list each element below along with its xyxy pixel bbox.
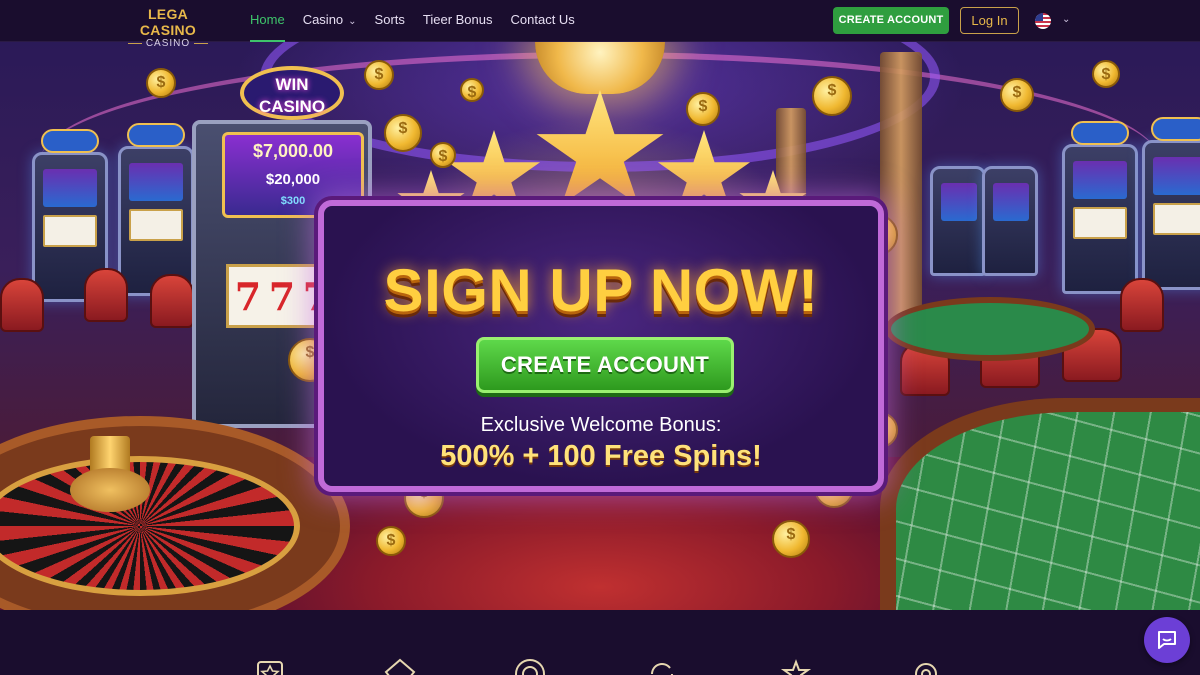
pillar (880, 52, 922, 322)
slot-reels (1153, 203, 1200, 235)
chevron-down-icon: ⌄ (1062, 14, 1071, 25)
nav-home-label: Home (250, 12, 285, 27)
roulette-center (70, 468, 150, 512)
chevron-down-icon: ⌄ (348, 16, 357, 27)
gold-coin-icon (460, 78, 484, 102)
slot-screen (941, 183, 977, 221)
logo-main-text: LEGA CASINO (139, 6, 197, 38)
slot-machine (1142, 117, 1200, 290)
slot-topper (1151, 117, 1200, 141)
slot-machine (1062, 121, 1138, 294)
slot-topper (41, 129, 99, 153)
gold-coin-icon (376, 526, 406, 556)
chat-icon (1158, 631, 1176, 649)
gold-coin-icon (1092, 60, 1120, 88)
slot-machine (982, 166, 1038, 276)
casino-chair (84, 268, 128, 322)
slot-machine (118, 123, 194, 296)
slot-reels (1073, 207, 1127, 239)
slot-topper (127, 123, 185, 147)
nav-casino[interactable]: Casino ⌄ (303, 0, 357, 42)
jackpot-amount-2: $20,000 (265, 171, 321, 188)
nav-contact-us-label: Contact Us (510, 12, 575, 27)
jackpot-amount-1: $7,000.00 (252, 141, 334, 161)
hero-create-account-button[interactable]: CREATE ACCOUNT (476, 337, 734, 393)
slot-reels (43, 215, 97, 247)
top-header: LEGA CASINO CASINO Home Casino ⌄ Sorts Ti… (0, 0, 1200, 49)
logo-sub-text: CASINO (120, 38, 216, 50)
login-button[interactable]: Log In (960, 7, 1019, 34)
nav-home[interactable]: Home (250, 0, 285, 42)
slot-reels (129, 209, 183, 241)
nav-casino-label: Casino (302, 12, 344, 27)
refresh-icon (644, 656, 680, 675)
nav-sorts[interactable]: Sorts (375, 0, 405, 42)
gold-coin-icon (364, 60, 394, 90)
roulette-pockets (0, 456, 300, 596)
casino-chair (1120, 278, 1164, 332)
hero-banner: $7,000.00 $20,000 $300 7 7 7 WIN CASINO (0, 42, 1200, 610)
us-flag-icon (1035, 13, 1051, 29)
slot-machine (930, 166, 986, 276)
poker-table (885, 297, 1095, 361)
casino-chair (150, 274, 194, 328)
signup-title: SIGN UP NOW! (383, 257, 819, 324)
nav-contact-us[interactable]: Contact Us (511, 0, 575, 42)
gold-coin-icon (146, 68, 176, 98)
signup-panel: SIGN UP NOW! CREATE ACCOUNT Exclusive We… (318, 200, 884, 492)
features-strip (0, 610, 1200, 675)
nav-tier-bonus[interactable]: Tieer Bonus (423, 0, 493, 42)
slot-screen (129, 163, 183, 201)
page: LEGA CASINO CASINO Home Casino ⌄ Sorts Ti… (0, 0, 1200, 675)
bonus-offer: 500% + 100 Free Spins! (440, 440, 762, 472)
diamond-icon (382, 656, 418, 675)
slot-screen (1153, 157, 1200, 195)
language-selector[interactable]: ⌄ (1035, 12, 1075, 30)
roulette-betting-table (880, 398, 1200, 610)
seven-symbol-icon: 7 (234, 274, 262, 319)
trophy-icon (778, 656, 814, 675)
gold-coin-icon (430, 142, 456, 168)
live-chat-button[interactable] (1144, 617, 1190, 663)
nav-tier-bonus-label: Tieer Bonus (422, 12, 493, 27)
gold-coin-icon (812, 76, 852, 116)
slot-topper (1071, 121, 1129, 145)
slot-screen (993, 183, 1029, 221)
gold-coin-icon (1000, 78, 1034, 112)
win-casino-sign: WIN CASINO (240, 66, 344, 120)
bonus-subtitle: Exclusive Welcome Bonus: (480, 414, 722, 436)
chip-icon (512, 656, 548, 675)
table-felt (896, 412, 1200, 610)
casino-chair (0, 278, 44, 332)
header-create-account-button[interactable]: CREATE ACCOUNT (833, 7, 949, 34)
site-logo[interactable]: LEGA CASINO CASINO (120, 6, 216, 49)
nav-sorts-label: Sorts (374, 12, 405, 27)
star-badge-icon (252, 656, 288, 675)
gold-coin-icon (686, 92, 720, 126)
slot-screen (1073, 161, 1127, 199)
gold-coin-icon (384, 114, 422, 152)
seven-symbol-icon: 7 (268, 274, 296, 319)
main-nav: Home Casino ⌄ Sorts Tieer Bonus Contact U… (250, 0, 593, 42)
gold-coin-icon (772, 520, 810, 558)
slot-screen (43, 169, 97, 207)
roulette-wheel (0, 416, 350, 610)
gear-badge-icon (908, 656, 944, 675)
